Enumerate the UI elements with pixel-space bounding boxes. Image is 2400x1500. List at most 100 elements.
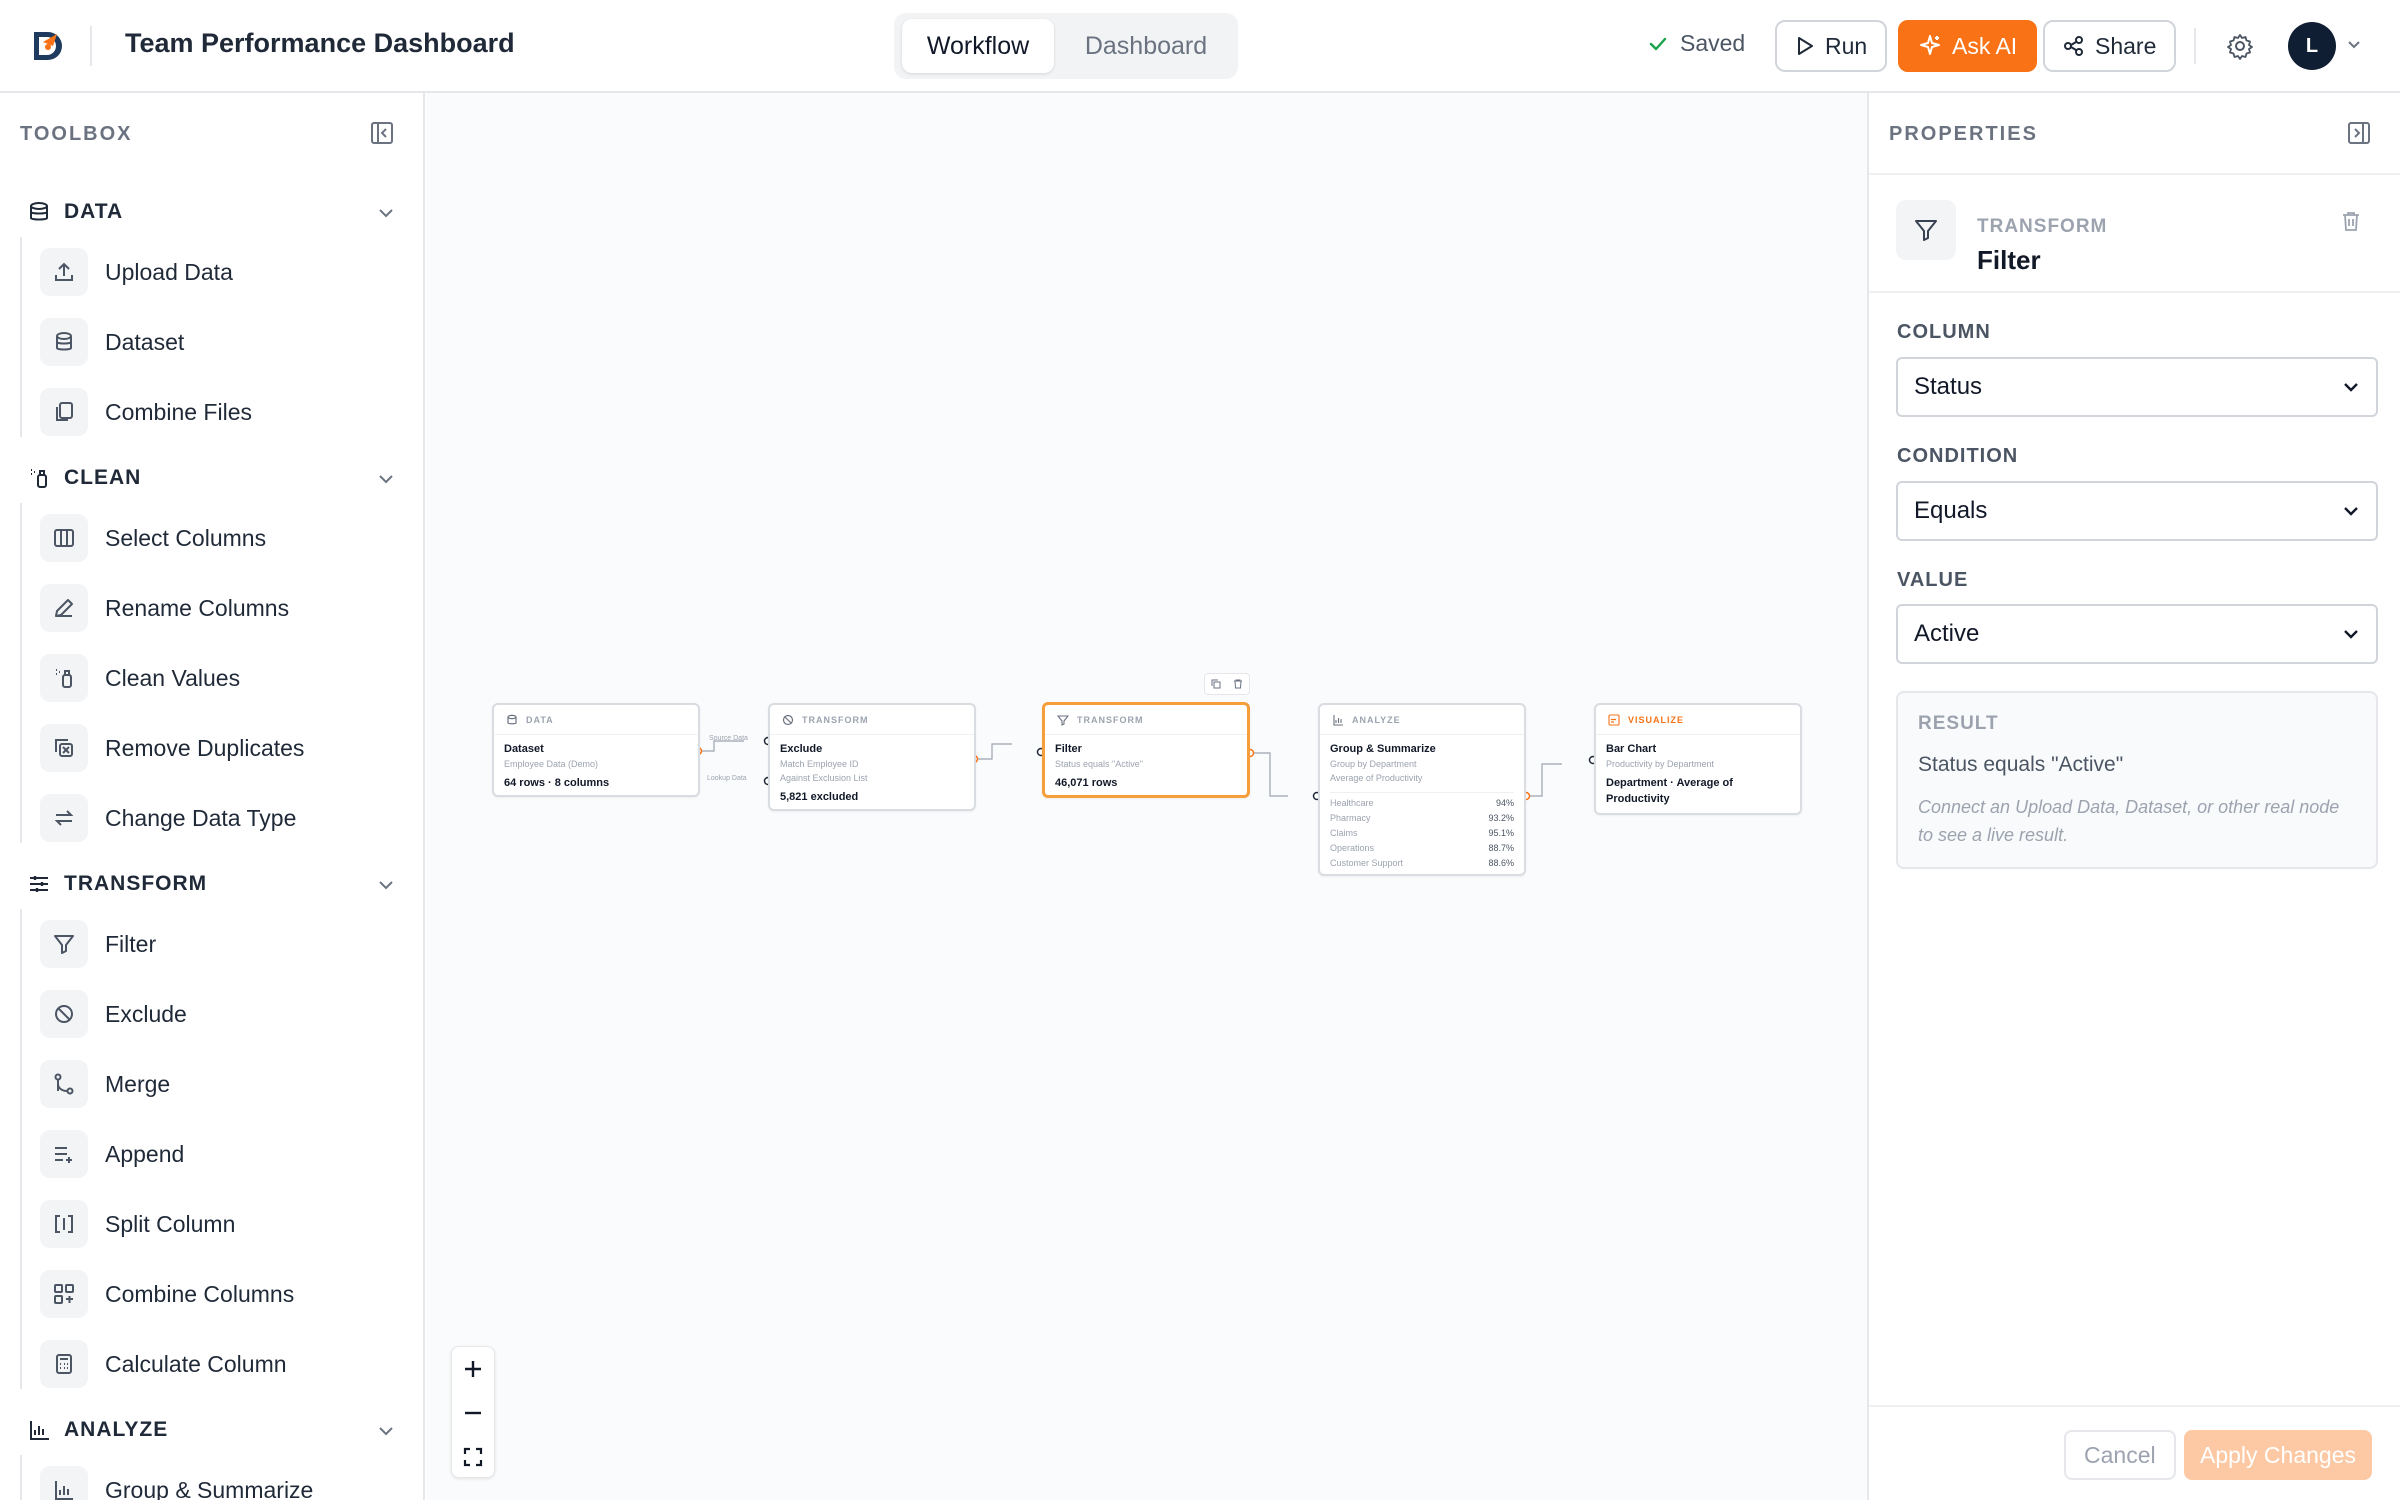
tool-combine-files[interactable]: Combine Files xyxy=(40,387,252,437)
share-button[interactable]: Share xyxy=(2043,20,2177,72)
section-label: TRANSFORM xyxy=(64,872,208,895)
port-label-source: Source Data xyxy=(709,735,748,742)
header-divider xyxy=(2194,28,2196,64)
sparkle-icon xyxy=(1918,34,1942,58)
grid-combine-icon xyxy=(40,1270,88,1318)
node-line: Average of Productivity xyxy=(1330,773,1423,783)
tool-merge[interactable]: Merge xyxy=(40,1059,170,1109)
duplicate-icon[interactable] xyxy=(1210,678,1222,690)
node-header: DATA xyxy=(494,705,698,735)
tool-rename-columns[interactable]: Rename Columns xyxy=(40,583,289,633)
tool-group-summarize[interactable]: Group & Summarize xyxy=(40,1465,313,1500)
share-icon xyxy=(2063,35,2085,57)
node-category: ANALYZE xyxy=(1352,714,1401,725)
chevron-down-icon[interactable] xyxy=(376,875,396,895)
database-icon xyxy=(506,714,518,726)
run-button[interactable]: Run xyxy=(1775,20,1888,72)
node-filter[interactable]: TRANSFORM Filter Status equals "Active" … xyxy=(1042,702,1250,798)
section-data[interactable]: DATA xyxy=(28,200,123,224)
node-bar-chart[interactable]: VISUALIZE Bar Chart Productivity by Depa… xyxy=(1594,703,1802,815)
toolbox-title: TOOLBOX xyxy=(20,123,133,145)
tool-upload-data[interactable]: Upload Data xyxy=(40,247,233,297)
database-icon xyxy=(40,318,88,366)
node-subtitle: Productivity by Department xyxy=(1606,759,1715,769)
chevron-down-icon xyxy=(2342,502,2360,520)
tab-dashboard[interactable]: Dashboard xyxy=(1062,19,1230,73)
node-toolbar xyxy=(1204,673,1250,695)
columns-icon xyxy=(40,514,88,562)
tool-label: Combine Columns xyxy=(105,1280,295,1307)
column-select[interactable]: Status xyxy=(1896,357,2378,417)
section-transform[interactable]: TRANSFORM xyxy=(28,872,207,896)
node-stat: Department · Average of Productivity xyxy=(1606,777,1733,805)
properties-title: PROPERTIES xyxy=(1889,123,2038,145)
panel-collapse-icon[interactable] xyxy=(2347,121,2371,145)
tool-label: Combine Files xyxy=(105,398,252,425)
tab-workflow[interactable]: Workflow xyxy=(902,19,1054,73)
tool-calculate-column[interactable]: Calculate Column xyxy=(40,1339,287,1389)
result-hint: Connect an Upload Data, Dataset, or othe… xyxy=(1918,797,2340,845)
list-plus-icon xyxy=(40,1130,88,1178)
node-exclude[interactable]: TRANSFORM Exclude Match Employee ID Agai… xyxy=(768,703,976,811)
workflow-canvas[interactable]: DATA Dataset Employee Data (Demo) 64 row… xyxy=(427,93,1867,1500)
trash-icon[interactable] xyxy=(1232,678,1244,690)
apply-changes-button[interactable]: Apply Changes xyxy=(2184,1430,2372,1480)
node-subtitle: Employee Data (Demo) xyxy=(504,759,599,769)
filter-icon xyxy=(1896,200,1956,260)
section-clean[interactable]: CLEAN xyxy=(28,466,141,490)
fit-view-button[interactable] xyxy=(452,1435,494,1479)
zoom-in-button[interactable] xyxy=(452,1347,494,1391)
node-group-summarize[interactable]: ANALYZE Group & Summarize Group by Depar… xyxy=(1318,703,1526,876)
trash-icon[interactable] xyxy=(2339,209,2363,233)
zoom-out-button[interactable] xyxy=(452,1391,494,1435)
tool-split-column[interactable]: Split Column xyxy=(40,1199,235,1249)
panel-collapse-icon[interactable] xyxy=(370,121,394,145)
tool-remove-duplicates[interactable]: Remove Duplicates xyxy=(40,723,304,773)
tool-change-data-type[interactable]: Change Data Type xyxy=(40,793,296,843)
cancel-button[interactable]: Cancel xyxy=(2064,1430,2176,1480)
result-box: RESULT Status equals "Active" Connect an… xyxy=(1896,691,2378,869)
calculator-icon xyxy=(40,1340,88,1388)
pencil-icon xyxy=(40,584,88,632)
app-logo[interactable] xyxy=(28,26,68,66)
node-subtitle: Status equals "Active" xyxy=(1055,759,1143,769)
tool-append[interactable]: Append xyxy=(40,1129,184,1179)
chevron-down-icon[interactable] xyxy=(376,469,396,489)
bar-chart-icon xyxy=(28,1419,50,1441)
node-line: Match Employee ID xyxy=(780,759,859,769)
tool-select-columns[interactable]: Select Columns xyxy=(40,513,266,563)
node-dataset[interactable]: DATA Dataset Employee Data (Demo) 64 row… xyxy=(492,703,700,797)
value-select[interactable]: Active xyxy=(1896,604,2378,664)
avatar[interactable]: L xyxy=(2288,22,2336,70)
tool-label: Group & Summarize xyxy=(105,1476,314,1500)
tool-dataset[interactable]: Dataset xyxy=(40,317,184,367)
column-label: COLUMN xyxy=(1897,321,1991,343)
ban-icon xyxy=(782,714,794,726)
tool-label: Upload Data xyxy=(105,258,233,285)
tool-exclude[interactable]: Exclude xyxy=(40,989,187,1039)
chevron-down-icon[interactable] xyxy=(376,1421,396,1441)
tool-label: Append xyxy=(105,1140,185,1167)
result-label: RESULT xyxy=(1918,713,1999,734)
copy-x-icon xyxy=(40,724,88,772)
summary-row: Customer Support 88.6% xyxy=(1330,858,1514,868)
tool-clean-values[interactable]: Clean Values xyxy=(40,653,240,703)
spray-icon xyxy=(40,654,88,702)
ask-ai-button[interactable]: Ask AI xyxy=(1898,20,2038,72)
tool-combine-columns[interactable]: Combine Columns xyxy=(40,1269,294,1319)
gear-icon[interactable] xyxy=(2226,32,2254,60)
chevron-down-icon xyxy=(2342,625,2360,643)
tool-label: Calculate Column xyxy=(105,1350,287,1377)
chevron-down-icon[interactable] xyxy=(2346,38,2362,52)
saved-status: Saved xyxy=(1648,30,1745,57)
summary-row: Healthcare 94% xyxy=(1330,798,1514,808)
chevron-down-icon[interactable] xyxy=(376,203,396,223)
node-title: Bar Chart xyxy=(1606,743,1657,755)
tree-line xyxy=(20,909,22,1389)
tree-line xyxy=(20,503,22,843)
tool-filter[interactable]: Filter xyxy=(40,919,156,969)
zoom-controls xyxy=(451,1346,495,1478)
section-analyze[interactable]: ANALYZE xyxy=(28,1418,168,1442)
merge-icon xyxy=(40,1060,88,1108)
condition-select[interactable]: Equals xyxy=(1896,481,2378,541)
